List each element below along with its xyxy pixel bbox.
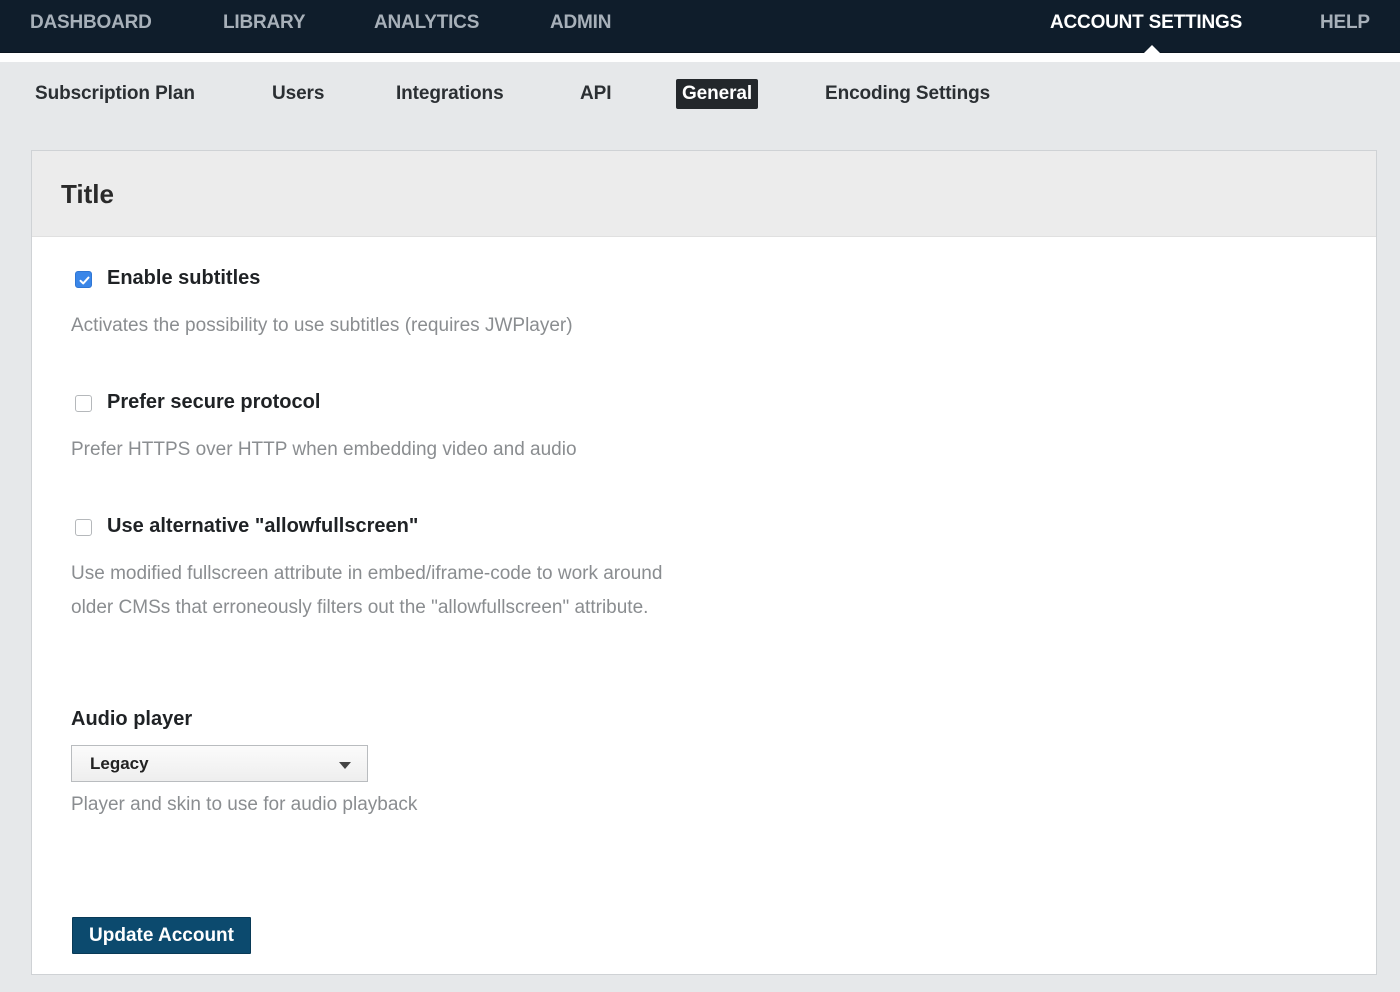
audio-player-label: Audio player — [71, 708, 193, 730]
audio-player-select[interactable]: Legacy — [71, 745, 368, 782]
nav-admin[interactable]: ADMIN — [550, 0, 611, 53]
nav-help[interactable]: HELP — [1320, 0, 1370, 53]
enable-subtitles-help: Activates the possibility to use subtitl… — [71, 315, 573, 336]
update-account-button[interactable]: Update Account — [72, 917, 251, 954]
chevron-down-icon — [339, 762, 351, 769]
nav-library[interactable]: LIBRARY — [223, 0, 306, 53]
audio-player-selected-value: Legacy — [90, 754, 149, 773]
nav-divider — [0, 53, 1400, 62]
alternative-allowfullscreen-checkbox[interactable] — [75, 519, 92, 536]
settings-panel: Title Enable subtitles Activates the pos… — [31, 150, 1377, 975]
tab-api[interactable]: API — [580, 79, 611, 109]
alternative-allowfullscreen-help: Use modified fullscreen attribute in emb… — [71, 563, 663, 618]
nav-dashboard[interactable]: DASHBOARD — [30, 0, 152, 53]
tab-integrations[interactable]: Integrations — [396, 79, 504, 109]
prefer-secure-protocol-checkbox[interactable] — [75, 395, 92, 412]
checkmark-icon — [79, 276, 90, 285]
prefer-secure-protocol-help: Prefer HTTPS over HTTP when embedding vi… — [71, 439, 577, 460]
panel-title: Title — [61, 179, 114, 209]
tab-users[interactable]: Users — [272, 79, 324, 109]
tab-encoding-settings[interactable]: Encoding Settings — [825, 79, 990, 109]
top-navigation: DASHBOARD LIBRARY ANALYTICS ADMIN ACCOUN… — [0, 0, 1400, 53]
tab-subscription-plan[interactable]: Subscription Plan — [35, 79, 195, 109]
audio-player-help: Player and skin to use for audio playbac… — [71, 794, 418, 815]
active-nav-indicator — [1144, 45, 1160, 53]
panel-header: Title — [32, 151, 1376, 237]
nav-analytics[interactable]: ANALYTICS — [374, 0, 479, 53]
prefer-secure-protocol-label[interactable]: Prefer secure protocol — [107, 391, 320, 414]
enable-subtitles-label[interactable]: Enable subtitles — [107, 267, 260, 290]
alternative-allowfullscreen-label[interactable]: Use alternative "allowfullscreen" — [107, 515, 418, 538]
enable-subtitles-checkbox[interactable] — [75, 271, 92, 288]
tab-general[interactable]: General — [676, 79, 759, 109]
